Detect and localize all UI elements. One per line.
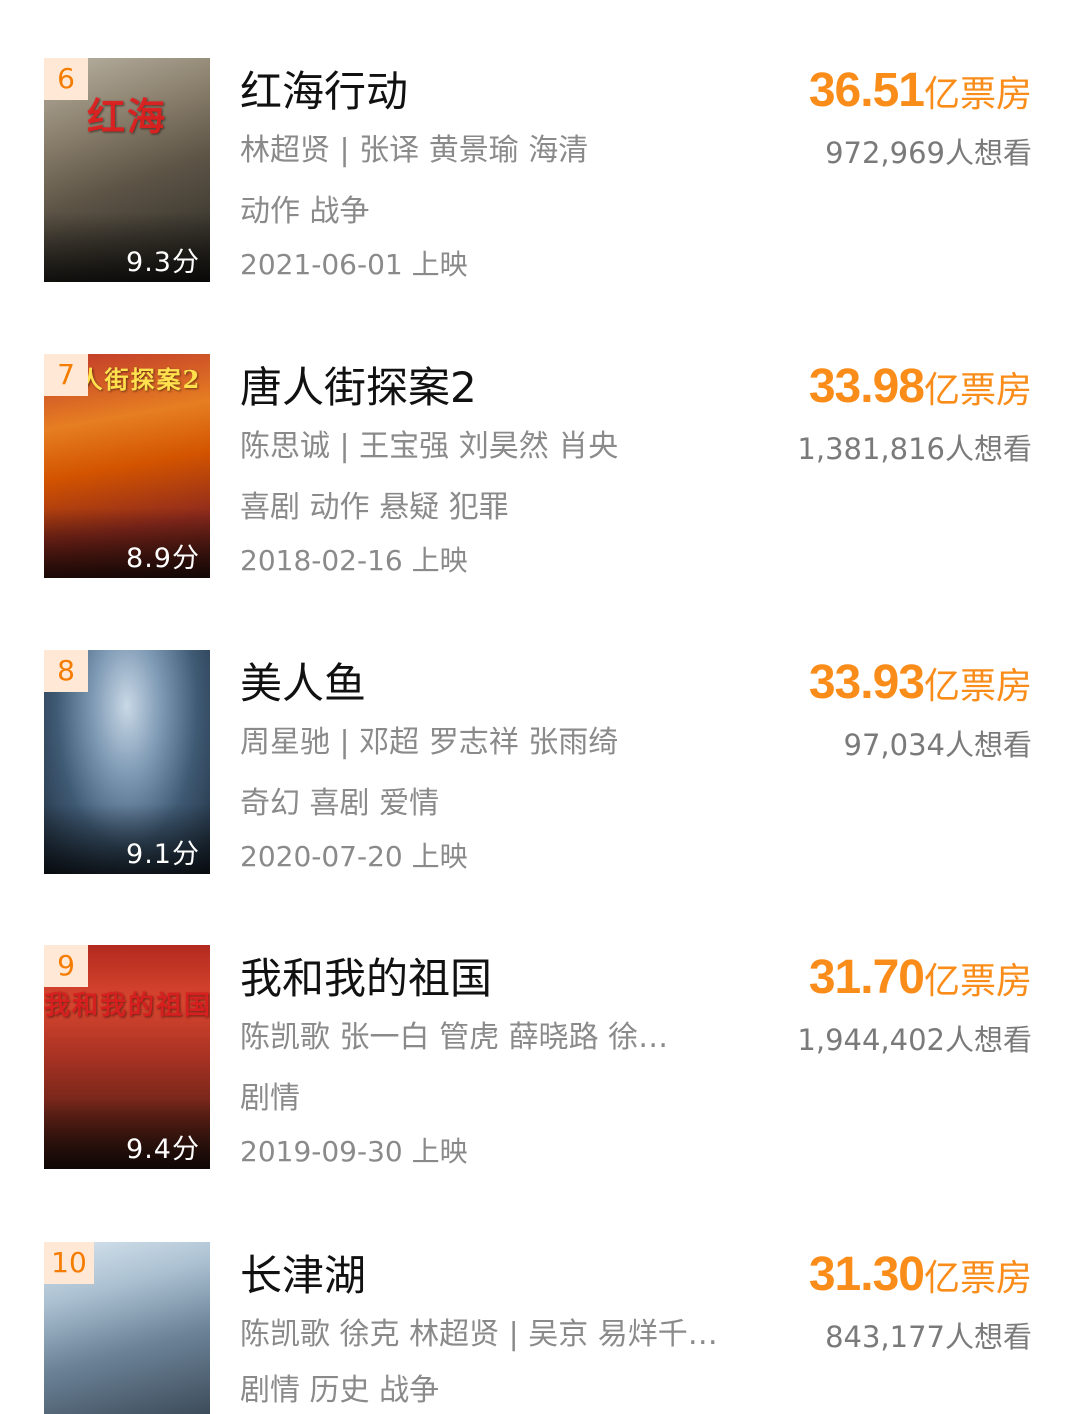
rank-badge: 7	[44, 354, 88, 396]
release-date: 2018-02-16 上映	[240, 544, 468, 577]
movie-cast: 林超贤 | 张译 黄景瑜 海清	[240, 133, 589, 168]
want-to-see-count: 97,034人想看	[843, 728, 1032, 762]
rank-badge: 6	[44, 58, 88, 100]
movie-cast: 陈凯歌 张一白 管虎 薛晓路 徐…	[240, 1020, 669, 1055]
release-date: 2019-09-30 上映	[240, 1135, 468, 1168]
rank-badge: 9	[44, 945, 88, 987]
score-label: 9.4分	[126, 1134, 200, 1165]
movie-poster[interactable]: 唐人街探案2 7 8.9分	[44, 354, 210, 578]
box-office-value: 31.30	[808, 1248, 925, 1301]
box-office-value: 33.93	[808, 656, 925, 709]
poster-title-art: 我和我的祖国	[44, 991, 210, 1021]
movie-item[interactable]: 我和我的祖国 9 9.4分 我和我的祖国 陈凯歌 张一白 管虎 薛晓路 徐… 剧…	[0, 945, 1080, 1185]
box-office: 33.98亿票房	[809, 356, 1032, 422]
box-office: 31.30亿票房	[809, 1244, 1032, 1310]
movie-cast: 周星驰 | 邓超 罗志祥 张雨绮	[240, 725, 619, 760]
movie-genres: 动作 战争	[240, 194, 370, 229]
release-date: 2021-06-01 上映	[240, 248, 468, 281]
box-office-unit: 亿票房	[923, 74, 1032, 115]
box-office-unit: 亿票房	[923, 1258, 1032, 1299]
box-office-value: 33.98	[808, 360, 925, 413]
movie-item[interactable]: 唐人街探案2 7 8.9分 唐人街探案2 陈思诚 | 王宝强 刘昊然 肖央 喜剧…	[0, 354, 1080, 594]
want-to-see-count: 972,969人想看	[825, 136, 1032, 170]
score-label: 9.3分	[126, 247, 200, 278]
movie-cast: 陈凯歌 徐克 林超贤 | 吴京 易烊千…	[240, 1317, 718, 1352]
movie-poster[interactable]: 红海 6 9.3分	[44, 58, 210, 282]
box-office-value: 31.70	[808, 951, 925, 1004]
rank-badge: 10	[44, 1242, 94, 1284]
want-to-see-count: 843,177人想看	[825, 1320, 1032, 1354]
movie-title[interactable]: 红海行动	[240, 64, 408, 120]
release-date: 2020-07-20 上映	[240, 840, 468, 873]
movie-poster[interactable]: 8 9.1分	[44, 650, 210, 874]
movie-genres: 喜剧 动作 悬疑 犯罪	[240, 490, 509, 525]
movie-genres: 奇幻 喜剧 爱情	[240, 786, 440, 821]
box-office: 31.70亿票房	[809, 947, 1032, 1013]
movie-cast: 陈思诚 | 王宝强 刘昊然 肖央	[240, 429, 619, 464]
score-label: 9.1分	[126, 839, 200, 870]
want-to-see-count: 1,944,402人想看	[797, 1023, 1032, 1057]
box-office-unit: 亿票房	[923, 961, 1032, 1002]
box-office-unit: 亿票房	[923, 666, 1032, 707]
movie-poster[interactable]: 10	[44, 1242, 210, 1414]
rank-badge: 8	[44, 650, 88, 692]
movie-title[interactable]: 我和我的祖国	[240, 951, 492, 1007]
movie-item[interactable]: 8 9.1分 美人鱼 周星驰 | 邓超 罗志祥 张雨绮 奇幻 喜剧 爱情 202…	[0, 650, 1080, 890]
movie-genres: 剧情	[240, 1081, 300, 1116]
box-office-unit: 亿票房	[923, 370, 1032, 411]
movie-item[interactable]: 红海 6 9.3分 红海行动 林超贤 | 张译 黄景瑜 海清 动作 战争 202…	[0, 58, 1080, 298]
box-office: 36.51亿票房	[809, 60, 1032, 126]
box-office-value: 36.51	[808, 64, 925, 117]
movie-poster[interactable]: 我和我的祖国 9 9.4分	[44, 945, 210, 1169]
movie-genres: 剧情 历史 战争	[240, 1373, 440, 1408]
movie-item[interactable]: 10 长津湖 陈凯歌 徐克 林超贤 | 吴京 易烊千… 剧情 历史 战争 31.…	[0, 1242, 1080, 1414]
want-to-see-count: 1,381,816人想看	[797, 432, 1032, 466]
box-office: 33.93亿票房	[809, 652, 1032, 718]
score-label: 8.9分	[126, 543, 200, 574]
movie-title[interactable]: 唐人街探案2	[240, 360, 477, 416]
movie-title[interactable]: 长津湖	[240, 1248, 366, 1304]
box-office-ranking-list: 红海 6 9.3分 红海行动 林超贤 | 张译 黄景瑜 海清 动作 战争 202…	[0, 0, 1080, 1414]
movie-title[interactable]: 美人鱼	[240, 656, 366, 712]
